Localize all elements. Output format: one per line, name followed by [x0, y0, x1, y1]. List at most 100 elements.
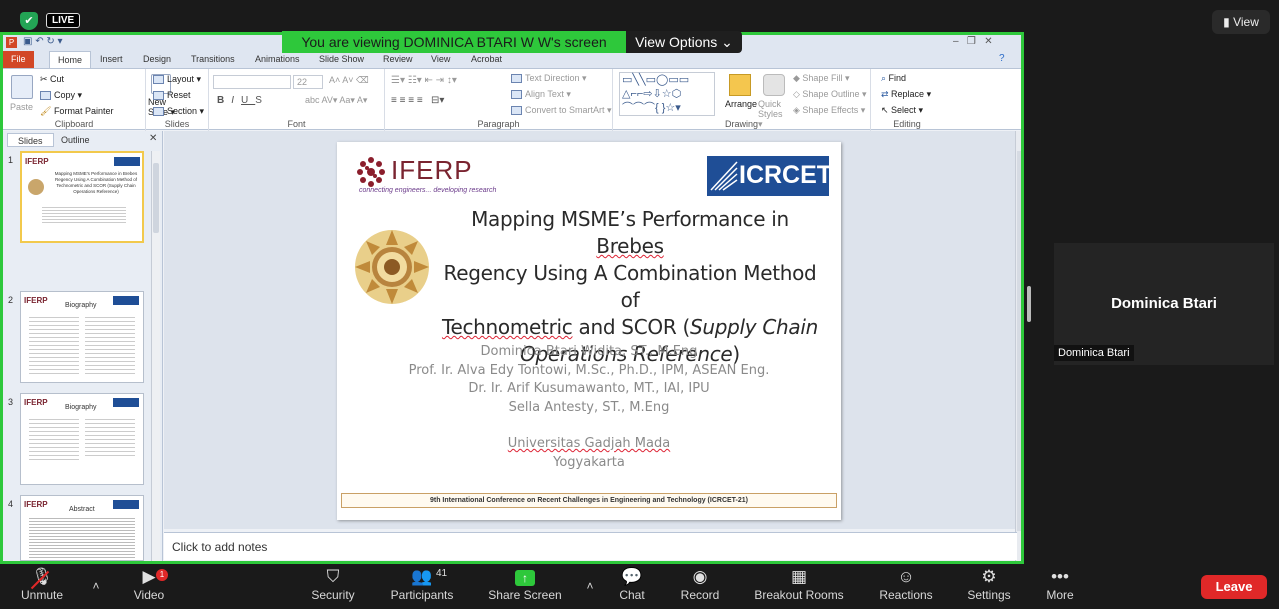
more-button[interactable]: ••• More [1038, 564, 1082, 609]
group-editing: ⌕ Find ⇄ Replace ▾ ↖ Select ▾ Editing [871, 69, 943, 131]
grow-shrink-icons[interactable]: A˄ A˅ ⌫ [329, 75, 369, 86]
slide-thumbnail-3[interactable]: IFERP Biography [20, 393, 144, 485]
tab-review[interactable]: Review [375, 51, 421, 68]
reset-label: Reset [167, 90, 191, 100]
section-button[interactable]: Section ▾ [153, 105, 204, 117]
tab-outline[interactable]: Outline [51, 133, 100, 147]
tab-acrobat[interactable]: Acrobat [463, 51, 510, 68]
tab-transitions[interactable]: Transitions [183, 51, 243, 68]
chat-button[interactable]: 💬 Chat [610, 564, 654, 609]
author-3: Dr. Ir. Arif Kusumawanto, MT., IAI, IPU [468, 381, 710, 396]
thumb-number-4: 4 [8, 499, 14, 509]
participants-button[interactable]: 👥 41 Participants [384, 564, 460, 609]
view-label: View [1233, 15, 1259, 29]
shapes-gallery[interactable]: ▭╲╲▭◯▭▭ △⌐⌐⇨⇩☆⬡ ⌒⌒⌒{ }☆▾ [619, 72, 715, 116]
ellipsis-icon: ••• [1051, 567, 1069, 586]
tab-home[interactable]: Home [49, 51, 92, 68]
record-button[interactable]: ◉ Record [674, 564, 726, 609]
format-buttons[interactable]: BIUS [217, 95, 269, 106]
canvas-scroll-thumb[interactable] [1017, 151, 1021, 531]
slide[interactable]: IFERP connecting engineers... developing… [337, 142, 841, 520]
settings-label: Settings [967, 588, 1011, 602]
thumb-number-3: 3 [8, 397, 14, 407]
view-button[interactable]: ▮ View [1212, 10, 1270, 34]
thumb-body [29, 516, 135, 560]
leave-button[interactable]: Leave [1201, 575, 1267, 599]
video-button[interactable]: ▶ 1 Video [120, 564, 178, 609]
smartart-button[interactable]: Convert to SmartArt ▾ [511, 105, 612, 116]
reset-button[interactable]: Reset [153, 89, 191, 101]
slide-authors: Dominica Btari Widita, ST., M.Eng Prof. … [357, 343, 821, 472]
alignment-icons[interactable]: ≡ ≡ ≡ ≡ ⊟▾ [391, 95, 444, 106]
font-name-select[interactable] [213, 75, 291, 89]
layout-button-row[interactable]: Layout ▾ [153, 73, 201, 85]
video-alert-badge: 1 [156, 569, 168, 581]
cut-button[interactable]: ✂ Cut [40, 74, 64, 85]
ugm-emblem-icon [355, 230, 429, 304]
tab-slide-show[interactable]: Slide Show [311, 51, 372, 68]
layout-icon [153, 74, 164, 84]
replace-label: Replace ▾ [891, 89, 932, 99]
powerpoint-icon: P [6, 37, 17, 48]
paste-button[interactable]: Paste [10, 102, 33, 112]
find-label: Find [888, 73, 907, 83]
find-button[interactable]: ⌕ Find [881, 73, 906, 84]
resize-handle[interactable] [1027, 286, 1031, 322]
arrange-icon[interactable] [729, 74, 751, 96]
unmute-button[interactable]: 🎙 Unmute [10, 564, 74, 609]
title-text-3c: Supply Chain [689, 315, 819, 339]
replace-button[interactable]: ⇄ Replace ▾ [881, 89, 931, 100]
quick-styles-icon[interactable] [763, 74, 785, 96]
tab-design[interactable]: Design [135, 51, 179, 68]
paste-icon[interactable] [11, 75, 33, 99]
participant-tile[interactable]: Dominica Btari Dominica Btari [1054, 243, 1274, 365]
text-direction-button[interactable]: Text Direction ▾ [511, 73, 587, 84]
breakout-grid-icon: ▦ [790, 567, 808, 586]
security-button[interactable]: ⛉ Security [302, 564, 364, 609]
spacing-case-color[interactable]: abc AV▾ Aa▾ A▾ [305, 95, 367, 106]
reactions-button[interactable]: ☺ Reactions [874, 564, 938, 609]
thumb-logo: IFERP [24, 296, 48, 305]
tab-animations[interactable]: Animations [247, 51, 308, 68]
window-controls[interactable]: – ❐ ✕ [953, 36, 993, 47]
quick-access-icons[interactable]: ▣ ↶ ↻ ▾ [23, 36, 63, 47]
format-painter-button[interactable]: 🖌 Format Painter [40, 106, 113, 117]
participants-icon: 👥 41 [384, 564, 460, 588]
shape-outline-button[interactable]: ◇ Shape Outline ▾ [793, 89, 866, 100]
select-button[interactable]: ↖ Select ▾ [881, 105, 923, 116]
replace-icon: ⇄ [881, 89, 892, 99]
tab-slides[interactable]: Slides [7, 133, 54, 147]
shape-fill-button[interactable]: ◆ Shape Fill ▾ [793, 73, 849, 84]
tab-view[interactable]: View [423, 51, 458, 68]
share-options-caret[interactable]: ˄ [580, 564, 600, 609]
viewing-banner: You are viewing DOMINICA BTARI W W's scr… [282, 31, 626, 53]
arrange-button[interactable]: Arrange [725, 99, 757, 109]
thumb-logo: IFERP [24, 500, 48, 509]
font-size-select[interactable]: 22 [293, 75, 323, 89]
shape-effects-button[interactable]: ◈ Shape Effects ▾ [793, 105, 865, 116]
canvas-scrollbar[interactable] [1015, 131, 1021, 561]
pane-scroll-thumb[interactable] [153, 163, 159, 233]
align-text-button[interactable]: Align Text ▾ [511, 89, 571, 100]
breakout-rooms-button[interactable]: ▦ Breakout Rooms [752, 564, 846, 609]
settings-button[interactable]: ⚙ Settings [962, 564, 1016, 609]
iferp-logo-text: IFERP [391, 155, 473, 185]
share-screen-button[interactable]: ↑ Share Screen [486, 564, 564, 609]
audio-options-caret[interactable]: ˄ [86, 564, 106, 609]
tab-insert[interactable]: Insert [92, 51, 131, 68]
copy-button[interactable]: Copy ▾ [40, 90, 82, 101]
help-icon[interactable]: ? [999, 53, 1005, 64]
city: Yogyakarta [553, 454, 625, 470]
notes-pane[interactable]: Click to add notes [164, 532, 1017, 560]
tab-file[interactable]: File [3, 51, 34, 68]
list-indent-icons[interactable]: ☰▾ ☷▾ ⇤ ⇥ ↕▾ [391, 75, 457, 86]
close-pane-icon[interactable]: ✕ [149, 133, 157, 144]
thumb-logo: IFERP [24, 398, 48, 407]
copy-label: Copy ▾ [54, 90, 83, 100]
slide-thumbnail-4[interactable]: IFERP Abstract [20, 495, 144, 561]
pane-scrollbar[interactable] [151, 151, 160, 561]
slide-thumbnail-2[interactable]: IFERP Biography [20, 291, 144, 383]
reactions-label: Reactions [879, 588, 933, 602]
slide-thumbnail-1[interactable]: IFERP Mapping MSME's Performance in Breb… [20, 151, 144, 243]
view-options-button[interactable]: View Options ⌄ [626, 31, 742, 53]
